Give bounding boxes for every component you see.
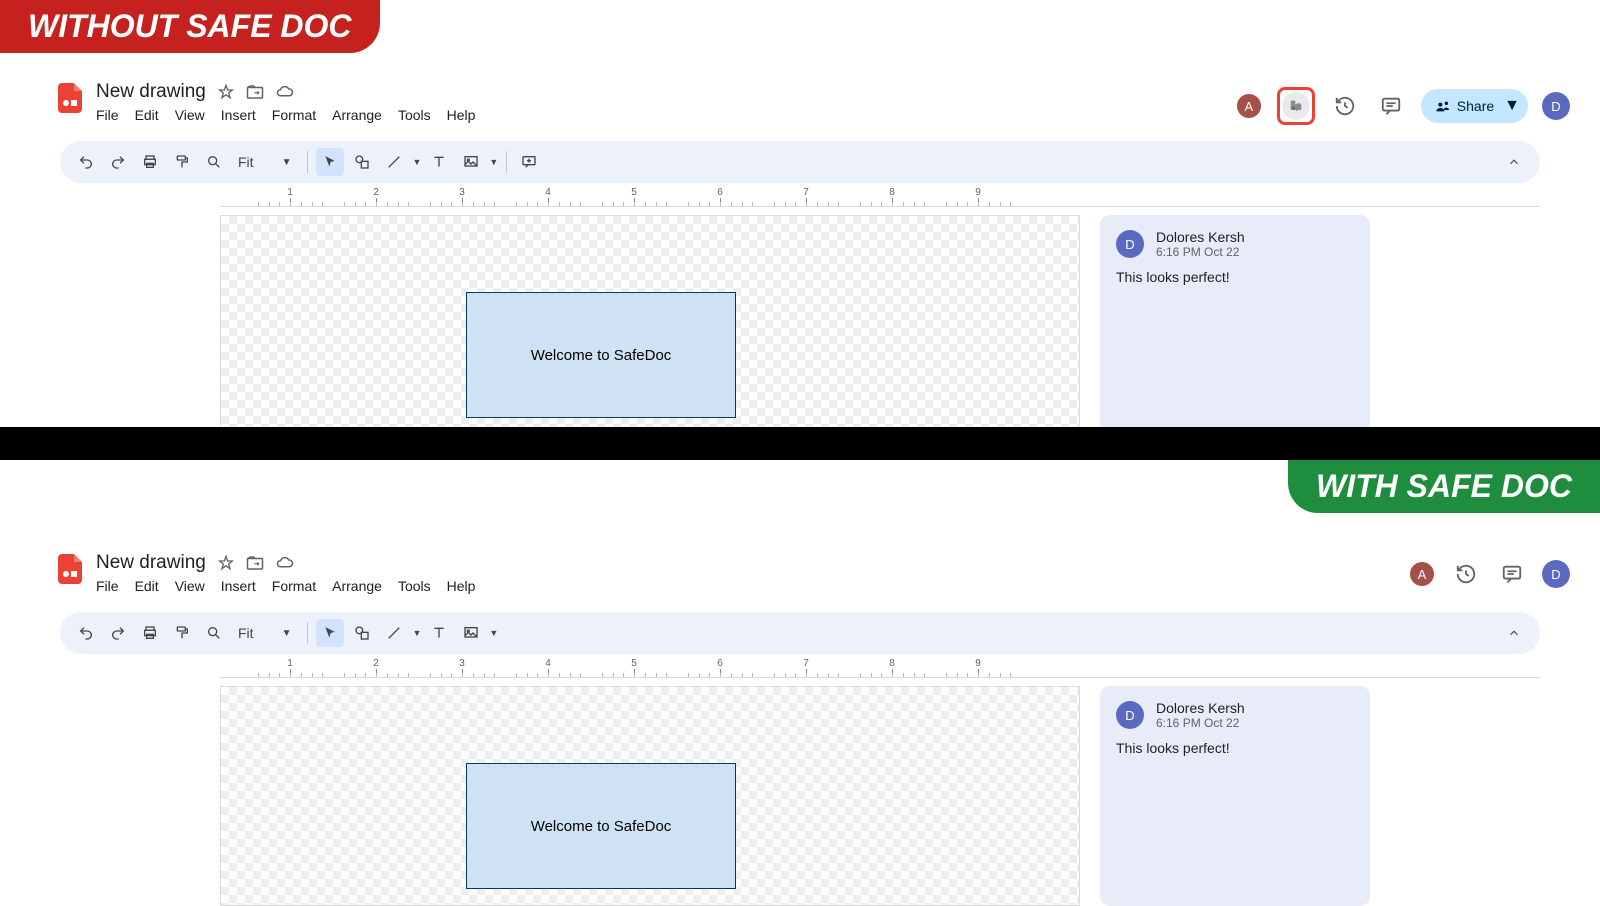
menu-help[interactable]: Help (447, 107, 476, 123)
share-button[interactable]: Share (1421, 89, 1508, 123)
menubar: File Edit View Insert Format Arrange Too… (96, 578, 475, 594)
image-tool[interactable] (457, 148, 485, 176)
collaborator-avatar[interactable]: A (1408, 560, 1436, 588)
line-tool[interactable] (380, 148, 408, 176)
paint-format-button[interactable] (168, 148, 196, 176)
menu-view[interactable]: View (175, 578, 205, 594)
user-avatar[interactable]: D (1542, 560, 1570, 588)
collaborator-avatar[interactable]: A (1235, 92, 1263, 120)
move-icon[interactable] (246, 84, 264, 100)
zoom-dropdown[interactable]: ▼ (264, 628, 300, 639)
user-avatar[interactable]: D (1542, 92, 1570, 120)
drawing-canvas[interactable]: Welcome to SafeDoc (220, 686, 1080, 906)
comments-icon[interactable] (1496, 558, 1528, 590)
menubar: File Edit View Insert Format Arrange Too… (96, 107, 475, 123)
menu-file[interactable]: File (96, 107, 119, 123)
comment-timestamp: 6:16 PM Oct 22 (1156, 245, 1245, 259)
undo-button[interactable] (72, 619, 100, 647)
move-icon[interactable] (246, 555, 264, 571)
rectangle-shape[interactable]: Welcome to SafeDoc (466, 292, 736, 418)
comment-avatar: D (1116, 230, 1144, 258)
shape-text: Welcome to SafeDoc (531, 818, 672, 835)
toolbar: Fit ▼ ▼ ▼ (60, 141, 1540, 183)
toolbar: Fit ▼ ▼ ▼ (60, 612, 1540, 654)
section-divider (0, 427, 1600, 460)
collapse-toolbar[interactable] (1500, 619, 1528, 647)
menu-format[interactable]: Format (272, 107, 316, 123)
menu-edit[interactable]: Edit (135, 107, 159, 123)
menu-tools[interactable]: Tools (398, 107, 431, 123)
select-tool[interactable] (316, 148, 344, 176)
zoom-icon[interactable] (200, 148, 228, 176)
document-title[interactable]: New drawing (96, 81, 206, 103)
select-tool[interactable] (316, 619, 344, 647)
shape-tool[interactable] (348, 148, 376, 176)
chat-button-highlighted (1277, 87, 1315, 125)
menu-arrange[interactable]: Arrange (332, 107, 382, 123)
menu-file[interactable]: File (96, 578, 119, 594)
line-dropdown[interactable]: ▼ (412, 157, 421, 167)
comment-author: Dolores Kersh (1156, 229, 1245, 245)
insert-comment-button[interactable] (515, 148, 543, 176)
titlebar: New drawing File Edit View Insert Format… (0, 75, 1600, 137)
zoom-dropdown[interactable]: ▼ (264, 157, 300, 168)
horizontal-ruler: 123456789 (220, 658, 1540, 678)
paint-format-button[interactable] (168, 619, 196, 647)
star-icon[interactable] (218, 84, 234, 100)
undo-button[interactable] (72, 148, 100, 176)
comment-card[interactable]: D Dolores Kersh 6:16 PM Oct 22 This look… (1100, 686, 1370, 906)
without-safedoc-badge: WITHOUT SAFE DOC (0, 0, 380, 53)
line-tool[interactable] (380, 619, 408, 647)
text-tool[interactable] (425, 148, 453, 176)
zoom-level[interactable]: Fit (232, 154, 260, 170)
cloud-icon[interactable] (276, 84, 294, 100)
comment-author: Dolores Kersh (1156, 700, 1245, 716)
document-title[interactable]: New drawing (96, 552, 206, 574)
image-dropdown[interactable]: ▼ (489, 157, 498, 167)
cloud-icon[interactable] (276, 555, 294, 571)
image-dropdown[interactable]: ▼ (489, 628, 498, 638)
drawings-app-icon[interactable] (58, 83, 82, 113)
collapse-toolbar[interactable] (1500, 148, 1528, 176)
image-tool[interactable] (457, 619, 485, 647)
menu-tools[interactable]: Tools (398, 578, 431, 594)
print-button[interactable] (136, 619, 164, 647)
share-dropdown[interactable]: ▼ (1496, 89, 1528, 123)
drawing-canvas[interactable]: Welcome to SafeDoc (220, 215, 1080, 435)
rectangle-shape[interactable]: Welcome to SafeDoc (466, 763, 736, 889)
menu-arrange[interactable]: Arrange (332, 578, 382, 594)
comment-timestamp: 6:16 PM Oct 22 (1156, 716, 1245, 730)
with-safedoc-badge: WITH SAFE DOC (1288, 460, 1600, 513)
shape-tool[interactable] (348, 619, 376, 647)
horizontal-ruler: 123456789 (220, 187, 1540, 207)
shape-text: Welcome to SafeDoc (531, 347, 672, 364)
menu-help[interactable]: Help (447, 578, 476, 594)
history-icon[interactable] (1329, 90, 1361, 122)
menu-view[interactable]: View (175, 107, 205, 123)
text-tool[interactable] (425, 619, 453, 647)
comment-body: This looks perfect! (1116, 269, 1354, 285)
comments-icon[interactable] (1375, 90, 1407, 122)
redo-button[interactable] (104, 148, 132, 176)
menu-format[interactable]: Format (272, 578, 316, 594)
titlebar: New drawing File Edit View Insert Format… (0, 546, 1600, 608)
menu-edit[interactable]: Edit (135, 578, 159, 594)
zoom-icon[interactable] (200, 619, 228, 647)
app-panel-with-safedoc: New drawing File Edit View Insert Format… (0, 546, 1600, 900)
comment-avatar: D (1116, 701, 1144, 729)
redo-button[interactable] (104, 619, 132, 647)
star-icon[interactable] (218, 555, 234, 571)
chat-button[interactable] (1282, 92, 1310, 120)
line-dropdown[interactable]: ▼ (412, 628, 421, 638)
menu-insert[interactable]: Insert (221, 107, 256, 123)
print-button[interactable] (136, 148, 164, 176)
history-icon[interactable] (1450, 558, 1482, 590)
menu-insert[interactable]: Insert (221, 578, 256, 594)
app-panel-without-safedoc: New drawing File Edit View Insert Format… (0, 75, 1600, 427)
share-label: Share (1457, 98, 1494, 114)
drawings-app-icon[interactable] (58, 554, 82, 584)
comment-card[interactable]: D Dolores Kersh 6:16 PM Oct 22 This look… (1100, 215, 1370, 435)
zoom-level[interactable]: Fit (232, 625, 260, 641)
comment-body: This looks perfect! (1116, 740, 1354, 756)
